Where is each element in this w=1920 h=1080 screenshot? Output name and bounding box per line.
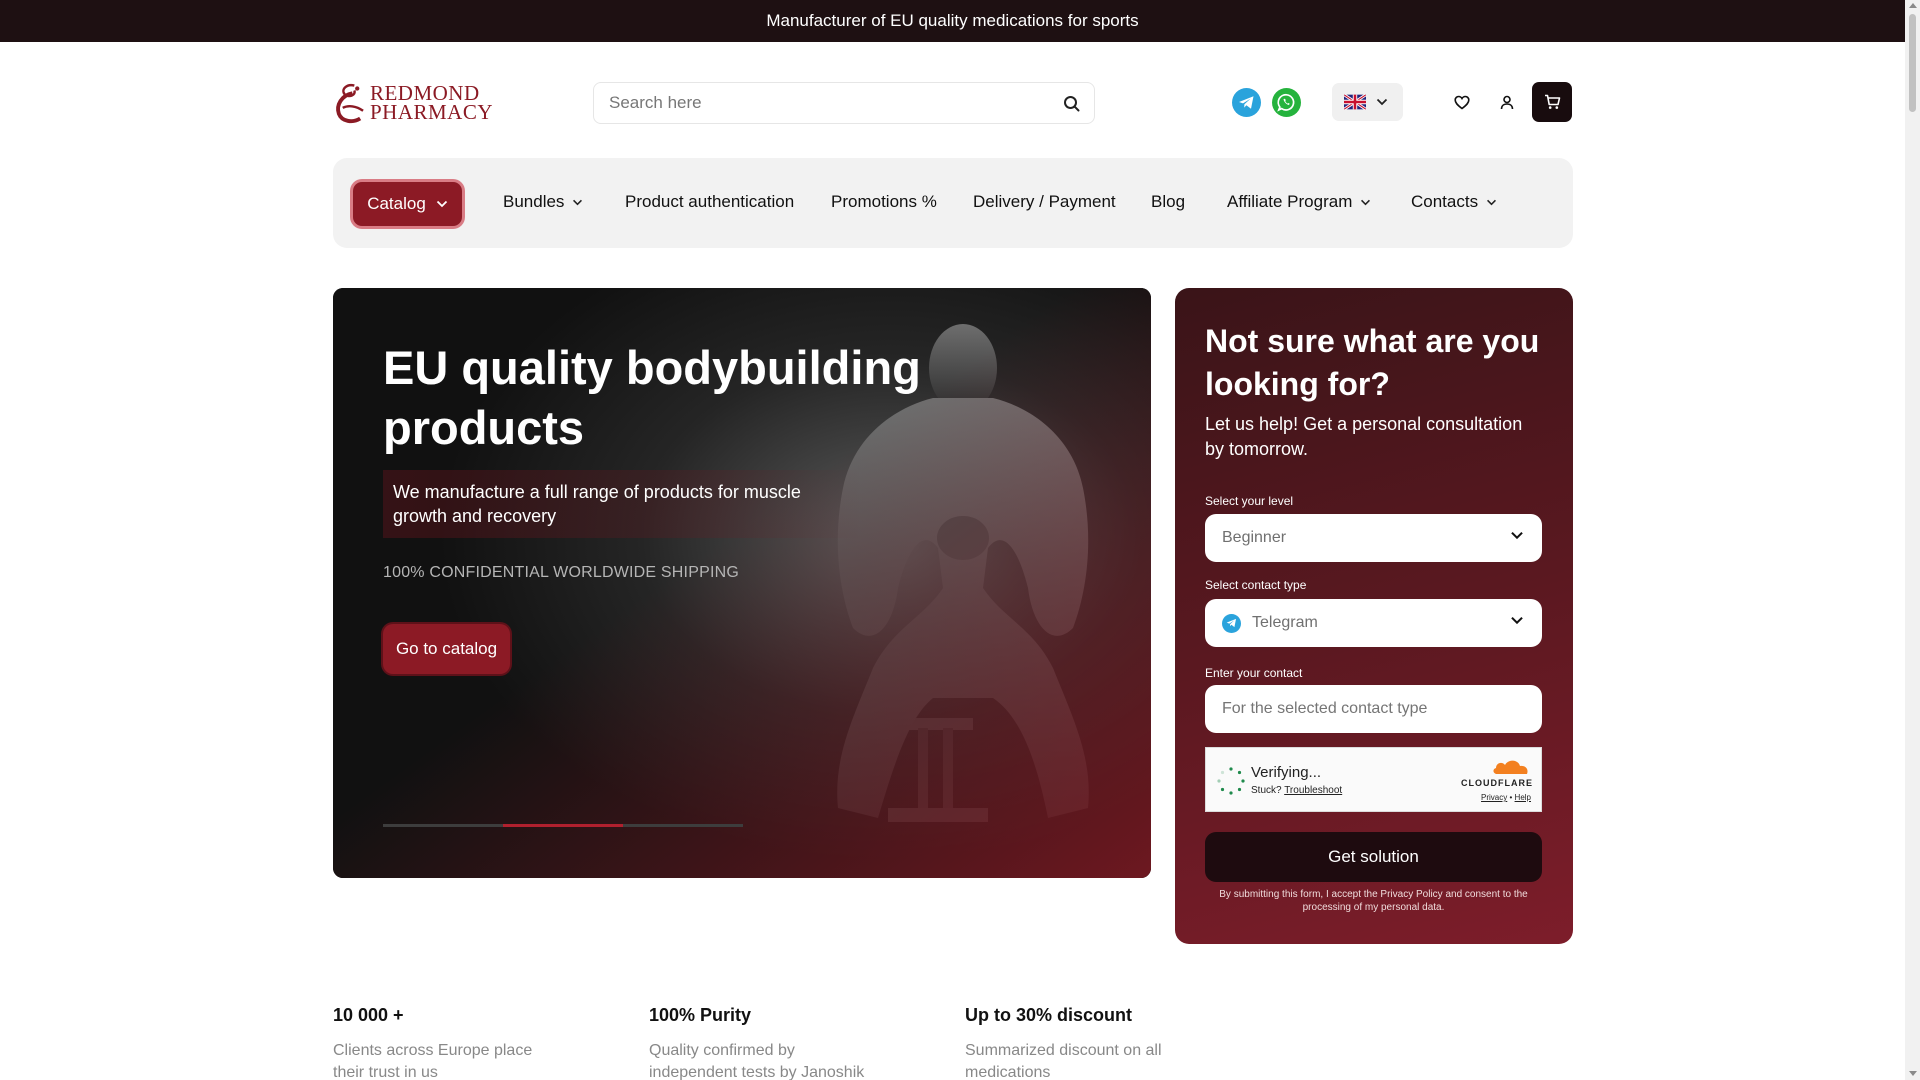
nav-item-label: Product authentication — [625, 192, 795, 211]
search-icon[interactable] — [1062, 94, 1082, 114]
scrollbar-thumb[interactable] — [1909, 14, 1916, 112]
nav-item-bundles[interactable]: Bundles — [503, 192, 583, 212]
go-to-catalog-button[interactable]: Go to catalog — [383, 624, 510, 674]
cart-button[interactable] — [1532, 82, 1572, 122]
stat-title: 100% Purity — [649, 1005, 752, 1025]
hero-title: EU quality bodybuilding products — [383, 341, 921, 454]
search-input[interactable] — [609, 93, 1039, 113]
stat-description: Summarized discount on all medications — [965, 1042, 1162, 1080]
site-logo[interactable]: REDMOND PHARMACY — [333, 80, 493, 126]
scroll-up-arrow[interactable] — [1909, 3, 1917, 8]
stat-title: Up to 30% discount — [965, 1005, 1133, 1025]
cloudflare-logo-icon — [1493, 760, 1528, 774]
chevron-down-icon — [1376, 98, 1388, 106]
chevron-down-icon — [1487, 199, 1497, 205]
uk-flag-icon — [1344, 94, 1366, 110]
contact-type-value: Telegram — [1252, 614, 1318, 631]
chevron-down-icon — [1361, 199, 1371, 205]
nav-item-promotions[interactable]: Promotions % — [831, 192, 937, 212]
nav-item-label: Delivery / Payment — [973, 192, 1116, 211]
telegram-button[interactable] — [1232, 88, 1261, 117]
nav-item-label: Blog — [1151, 192, 1186, 211]
level-label: Select your level — [1205, 494, 1294, 508]
wishlist-button[interactable] — [1448, 88, 1476, 116]
captcha-stuck: Stuck? — [1251, 785, 1282, 796]
hero-banner: EU quality bodybuilding products We manu… — [333, 288, 1151, 878]
level-select-value: Beginner — [1222, 529, 1287, 546]
announcement-bar: Manufacturer of EU quality medications f… — [0, 0, 1905, 42]
hero-subtitle: We manufacture a full range of products … — [383, 470, 863, 538]
nav-item-label: Bundles — [503, 192, 565, 211]
contact-type-select[interactable]: Telegram — [1205, 599, 1542, 647]
nav-item-product-authentication[interactable]: Product authentication — [625, 192, 794, 212]
telegram-icon — [1239, 96, 1254, 109]
stat-clients: 10 000 + Clients across Europe place the… — [333, 1005, 593, 1080]
chevron-down-icon — [1511, 616, 1523, 625]
heart-icon — [1454, 95, 1470, 109]
whatsapp-button[interactable] — [1272, 88, 1301, 117]
contact-type-label: Select contact type — [1205, 578, 1307, 592]
stat-discount: Up to 30% discount Summarized discount o… — [965, 1005, 1225, 1080]
account-button[interactable] — [1493, 88, 1521, 116]
catalog-button[interactable]: Catalog — [353, 182, 462, 226]
privacy-consent-note: By submitting this form, I accept the Pr… — [1219, 889, 1528, 913]
captcha-status: Verifying... — [1251, 764, 1322, 781]
help-link[interactable]: Help — [1515, 793, 1531, 802]
consultation-title: Not sure what are you looking for? — [1205, 323, 1540, 402]
user-icon — [1500, 95, 1514, 109]
captcha-separator: • — [1509, 793, 1513, 802]
telegram-icon — [1222, 613, 1241, 633]
nav-item-affiliate-program[interactable]: Affiliate Program — [1227, 192, 1371, 212]
chevron-down-icon — [1511, 531, 1523, 540]
stat-description: Clients across Europe place their trust … — [333, 1042, 533, 1080]
consultation-subtitle: Let us help! Get a personal consultation… — [1205, 414, 1523, 459]
chevron-down-icon — [436, 200, 447, 208]
stat-title: 10 000 + — [333, 1005, 404, 1025]
get-solution-button[interactable]: Get solution — [1205, 832, 1542, 882]
stat-purity: 100% Purity Quality confirmed by indepen… — [649, 1005, 909, 1080]
stat-description: Quality confirmed by independent tests b… — [649, 1042, 865, 1080]
nav-item-delivery-payment[interactable]: Delivery / Payment — [973, 192, 1116, 212]
nav-item-label: Promotions % — [831, 192, 937, 211]
slider-progress-active — [503, 824, 623, 827]
language-selector[interactable] — [1332, 83, 1403, 121]
cloudflare-brand: CLOUDFLARE — [1461, 778, 1533, 788]
scroll-down-arrow[interactable] — [1909, 1071, 1917, 1076]
chevron-down-icon — [573, 199, 583, 205]
catalog-label: Catalog — [367, 194, 426, 213]
contact-label: Enter your contact — [1205, 666, 1303, 680]
nav-item-label: Contacts — [1411, 192, 1479, 211]
hero-shipping-note: 100% CONFIDENTIAL WORLDWIDE SHIPPING — [383, 564, 739, 581]
troubleshoot-link[interactable]: Troubleshoot — [1284, 785, 1342, 796]
logo-line-2: PHARMACY — [369, 100, 493, 124]
consultation-card: Not sure what are you looking for? Let u… — [1175, 288, 1573, 944]
whatsapp-icon — [1277, 93, 1295, 112]
page-scrollbar[interactable] — [1905, 0, 1920, 1080]
captcha-widget[interactable]: Verifying... Stuck? Troubleshoot CLOUDFL… — [1205, 747, 1542, 812]
contact-input[interactable] — [1205, 685, 1542, 733]
slider-progress[interactable] — [383, 824, 743, 827]
announcement-text: Manufacturer of EU quality medications f… — [766, 11, 1139, 30]
cart-icon — [1544, 94, 1560, 109]
logo-mark-icon — [336, 83, 364, 124]
search-box — [593, 82, 1095, 124]
level-select[interactable]: Beginner — [1205, 514, 1542, 562]
nav-item-label: Affiliate Program — [1227, 192, 1353, 211]
nav-item-contacts[interactable]: Contacts — [1411, 192, 1497, 212]
spinner-icon — [1217, 767, 1245, 795]
nav-item-blog[interactable]: Blog — [1151, 192, 1185, 212]
privacy-link[interactable]: Privacy — [1481, 793, 1507, 802]
main-navigation: Catalog Bundles Product authentication P… — [333, 158, 1573, 248]
